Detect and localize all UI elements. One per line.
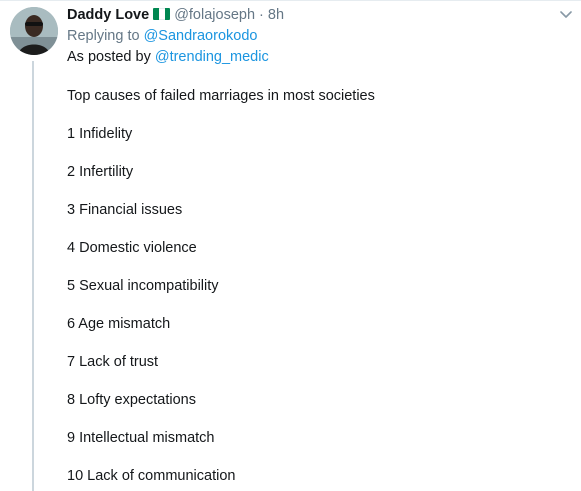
display-name[interactable]: Daddy Love [67,7,149,23]
thread-line [32,61,34,491]
list-item: 7 Lack of trust [67,354,159,370]
separator: · [259,7,264,23]
tweet-headline: Top causes of failed marriages in most s… [67,88,375,104]
replying-prefix: Replying to [67,28,140,44]
tweet-text-posted-by: As posted by @trending_medic [67,47,551,67]
list-item: 10 Lack of communication [67,468,236,484]
list-item: 3 Financial issues [67,202,183,218]
list-item: 5 Sexual incompatibility [67,278,219,294]
avatar[interactable] [10,7,58,55]
timestamp[interactable]: 8h [268,7,284,23]
posted-prefix: As posted by [67,49,151,65]
posted-by-link[interactable]: @trending_medic [155,49,269,65]
tweet-content: Daddy Love @folajoseph · 8h Replying to @… [67,5,551,486]
list-item: 4 Domestic violence [67,240,197,256]
list-item: 9 Intellectual mismatch [67,430,215,446]
replying-to-link[interactable]: @Sandraorokodo [144,28,258,44]
list-item: 6 Age mismatch [67,316,171,332]
tweet-header: Daddy Love @folajoseph · 8h [67,5,551,25]
list-item: 2 Infertility [67,164,134,180]
tweet[interactable]: Daddy Love @folajoseph · 8h Replying to @… [0,0,581,491]
list-item: 1 Infidelity [67,126,133,142]
nigeria-flag-icon [153,8,171,20]
handle[interactable]: @folajoseph [174,7,255,23]
chevron-down-icon[interactable] [560,11,572,19]
list-item: 8 Lofty expectations [67,392,196,408]
replying-to: Replying to @Sandraorokodo [67,26,551,46]
